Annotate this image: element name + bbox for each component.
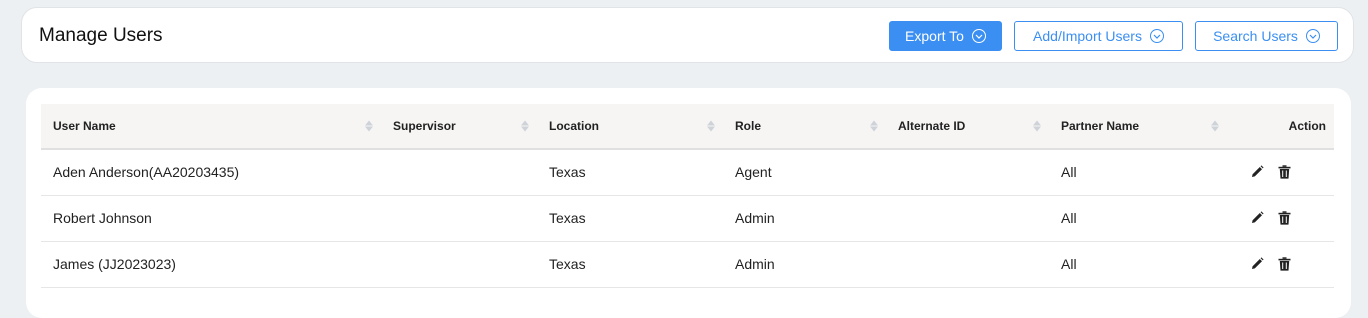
user-name-cell: Aden Anderson(AA20203435) [53,164,240,181]
action-cell [1227,241,1334,287]
alternate-id-cell [886,195,1049,241]
column-header-alternate-id[interactable]: Alternate ID [886,104,1049,149]
users-table: User Name Supervisor Location Role Alter… [41,104,1334,288]
chevron-down-icon [1305,29,1320,43]
pencil-icon[interactable] [1250,211,1264,225]
partner-name-cell: All [1061,164,1077,181]
alternate-id-cell [886,149,1049,195]
page-header: Manage Users Export To Add/Import Users … [21,7,1354,63]
table-row: Robert Johnson Texas Admin All [41,195,1334,241]
column-header-user-name[interactable]: User Name [41,104,381,149]
table-row: James (JJ2023023) Texas Admin All [41,241,1334,287]
users-table-card: User Name Supervisor Location Role Alter… [26,88,1351,318]
export-to-label: Export To [905,28,964,44]
column-header-location[interactable]: Location [537,104,723,149]
sort-icon[interactable] [870,120,878,132]
sort-icon[interactable] [1211,120,1219,132]
sort-icon[interactable] [707,120,715,132]
supervisor-cell [381,195,537,241]
sort-icon[interactable] [365,120,373,132]
role-cell: Admin [735,210,775,226]
location-cell: Texas [549,210,586,226]
partner-name-cell: All [1061,210,1077,226]
action-cell [1227,195,1334,241]
trash-icon[interactable] [1278,257,1291,271]
column-header-role[interactable]: Role [723,104,886,149]
page-title: Manage Users [39,25,163,46]
export-to-button[interactable]: Export To [889,21,1002,51]
trash-icon[interactable] [1278,165,1291,179]
user-name-cell: James (JJ2023023) [53,256,176,272]
supervisor-cell [381,241,537,287]
search-users-label: Search Users [1213,28,1298,44]
role-cell: Agent [735,164,772,181]
alternate-id-cell [886,241,1049,287]
add-import-users-label: Add/Import Users [1033,28,1142,44]
supervisor-cell [381,149,537,195]
search-users-button[interactable]: Search Users [1195,21,1338,51]
location-cell: Texas [549,256,586,272]
add-import-users-button[interactable]: Add/Import Users [1014,21,1183,51]
sort-icon[interactable] [1033,120,1041,132]
column-header-action: Action [1288,119,1326,133]
action-cell [1227,149,1334,195]
sort-icon[interactable] [521,120,529,132]
table-row: Aden Anderson(AA20203435) Texas Agent Al… [41,149,1334,195]
partner-name-cell: All [1061,256,1077,272]
pencil-icon[interactable] [1250,165,1264,179]
chevron-down-icon [971,29,986,43]
role-cell: Admin [735,256,775,272]
chevron-down-icon [1149,29,1164,43]
pencil-icon[interactable] [1250,257,1264,271]
trash-icon[interactable] [1278,211,1291,225]
column-header-supervisor[interactable]: Supervisor [381,104,537,149]
user-name-cell: Robert Johnson [53,210,152,226]
location-cell: Texas [549,164,586,181]
column-header-partner-name[interactable]: Partner Name [1049,104,1227,149]
table-header-row: User Name Supervisor Location Role Alter… [41,104,1334,149]
